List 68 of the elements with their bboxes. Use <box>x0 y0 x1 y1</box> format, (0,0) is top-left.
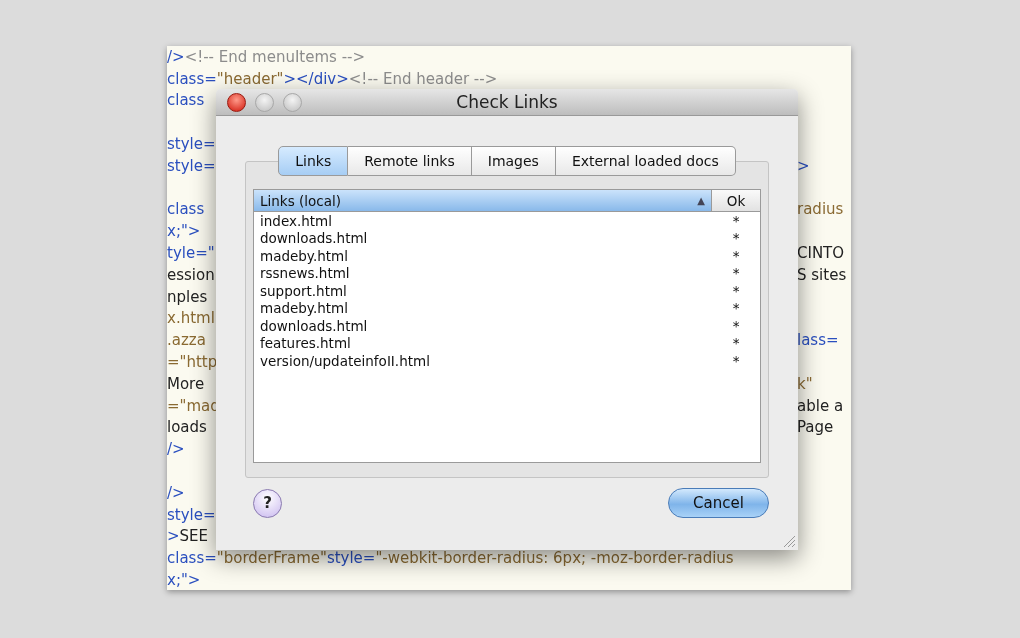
table-cell-text: downloads.html <box>259 230 369 247</box>
code-text: loads <box>167 418 207 437</box>
code-text: x.html <box>167 309 215 328</box>
code-text: radius <box>797 200 844 219</box>
cancel-button[interactable]: Cancel <box>668 488 769 518</box>
table-cell-text: downloads.html <box>259 317 369 334</box>
close-button[interactable] <box>227 92 246 112</box>
column-header[interactable]: Ok <box>712 190 760 211</box>
code-text: /> <box>167 483 185 502</box>
code-text: style= <box>167 505 216 524</box>
code-text: class <box>167 200 205 219</box>
table-cell-text: * <box>731 265 741 282</box>
table-cell-text: madeby.html <box>259 300 349 317</box>
code-text: style= <box>326 549 376 568</box>
code-text: style= <box>167 156 216 175</box>
minimize-button[interactable] <box>255 92 274 112</box>
code-text: lass= <box>797 331 839 350</box>
code-text: ession <box>167 265 215 284</box>
table-cell-text: features.html <box>259 335 352 352</box>
code-text: tyle=" <box>167 244 215 263</box>
table-cell-text: * <box>731 247 741 264</box>
code-text: /> <box>167 440 185 459</box>
code-text: able a <box>797 396 844 415</box>
code-text: x;"> <box>167 222 201 241</box>
code-text: /> <box>167 47 185 66</box>
tab[interactable]: External loaded docs <box>555 146 736 176</box>
window-title: Check Links <box>455 92 559 112</box>
table-cell-text: * <box>731 300 741 317</box>
table-cell-text: support.html <box>259 282 348 299</box>
table-cell-text: * <box>731 352 741 369</box>
code-text: x;"> <box>167 571 201 589</box>
table-cell-text: * <box>731 212 741 229</box>
code-text: k" <box>797 374 813 393</box>
table-cell-text: index.html <box>259 212 333 229</box>
tab[interactable]: Links <box>278 146 349 176</box>
code-text: nples <box>167 287 208 306</box>
tab[interactable]: Remote links <box>348 146 472 176</box>
code-text: SEE <box>179 527 209 546</box>
code-text: "-webkit-border-radius: 6px; -moz-border-radius <box>375 549 734 568</box>
code-text: ="http <box>167 353 218 372</box>
help-button[interactable]: ? <box>253 488 282 518</box>
code-text: class= <box>167 69 217 88</box>
code-text: class <box>167 91 205 110</box>
code-text: Page <box>797 418 834 437</box>
table-cell-text: madeby.html <box>259 247 349 264</box>
code-text: "header" <box>216 69 284 88</box>
table-cell-text: version/updateinfoII.html <box>259 352 431 369</box>
table-cell-text: * <box>731 230 741 247</box>
code-text: S sites <box>797 265 847 284</box>
table-cell-text: * <box>731 335 741 352</box>
code-text: "borderFrame" <box>216 549 327 568</box>
zoom-button[interactable] <box>283 92 302 112</box>
code-text: > <box>797 156 810 175</box>
code-text: CINTO <box>797 244 845 263</box>
table-cell-text: rssnews.html <box>259 265 351 282</box>
code-text: .azza <box>167 331 206 350</box>
code-text: class= <box>167 549 217 568</box>
tab[interactable]: Images <box>471 146 556 176</box>
code-text: ></div> <box>283 69 349 88</box>
sort-arrow-icon: ▲ <box>697 195 705 206</box>
code-text: More <box>167 374 205 393</box>
column-header[interactable]: Links (local) ▲ <box>254 190 712 211</box>
code-text: style= <box>167 135 216 154</box>
table-cell-text: * <box>731 282 741 299</box>
code-text: <!-- End menuItems --> <box>184 47 366 66</box>
table-cell-text: * <box>731 317 741 334</box>
code-text: <!-- End header --> <box>348 69 498 88</box>
code-text: > <box>167 527 180 546</box>
